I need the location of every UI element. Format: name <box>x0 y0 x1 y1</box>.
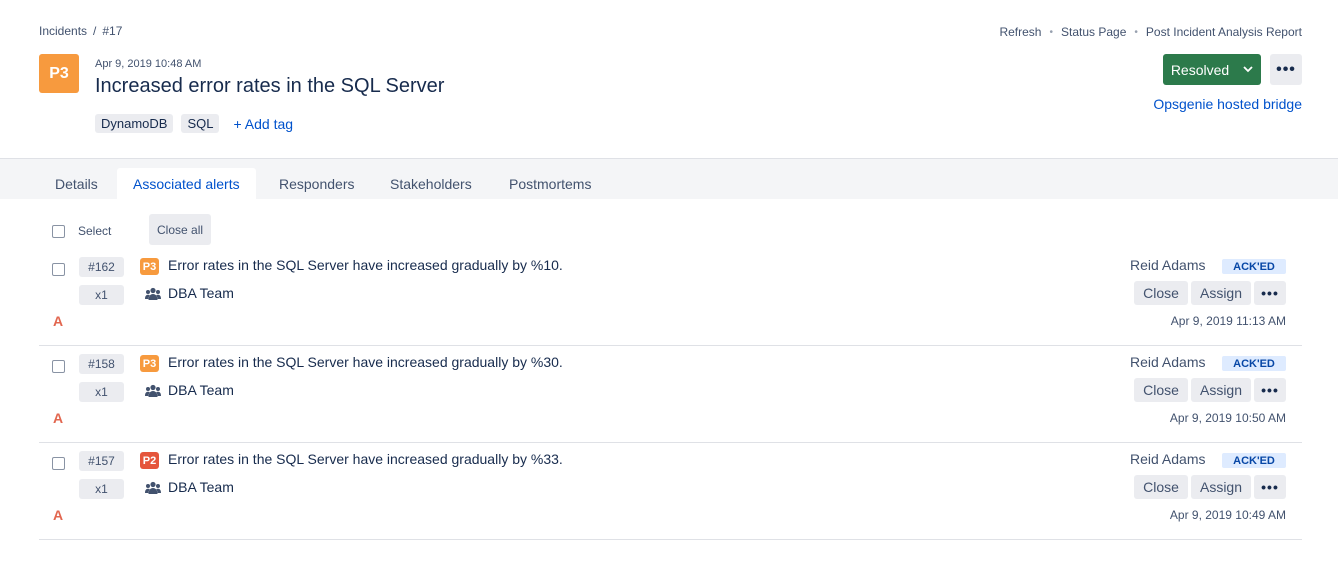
breadcrumb-current: #17 <box>102 24 123 38</box>
close-alert-button[interactable]: Close <box>1134 281 1188 305</box>
alert-row: #162 x1 P3 Error rates in the SQL Server… <box>39 249 1302 346</box>
incident-date: Apr 9, 2019 10:48 AM <box>95 58 202 70</box>
alert-row: #157 x1 P2 Error rates in the SQL Server… <box>39 443 1302 540</box>
more-actions-button[interactable]: ••• <box>1270 54 1302 85</box>
alert-owner: Reid Adams <box>1130 354 1206 370</box>
close-all-button[interactable]: Close all <box>149 214 212 245</box>
status-label: Resolved <box>1170 61 1230 78</box>
tab-associated-alerts[interactable]: Associated alerts <box>117 168 256 200</box>
alert-source-icon: A <box>53 313 64 329</box>
tab-postmortems[interactable]: Postmortems <box>493 168 607 200</box>
breadcrumb: Incidents / #17 <box>39 24 122 38</box>
alert-source-icon: A <box>53 410 64 426</box>
assign-alert-button[interactable]: Assign <box>1191 378 1251 402</box>
tab-responders[interactable]: Responders <box>263 168 371 200</box>
people-group-icon <box>145 481 161 495</box>
tab-details[interactable]: Details <box>39 168 114 200</box>
alert-id[interactable]: #158 <box>79 354 124 374</box>
alert-team: DBA Team <box>168 382 234 398</box>
post-incident-report-link[interactable]: Post Incident Analysis Report <box>1146 25 1302 39</box>
alert-team: DBA Team <box>168 285 234 301</box>
top-actions: Refresh • Status Page • Post Incident An… <box>999 25 1302 39</box>
people-group-icon <box>145 384 161 398</box>
people-group-icon <box>145 287 161 301</box>
close-alert-button[interactable]: Close <box>1134 378 1188 402</box>
status-dropdown-button[interactable]: Resolved <box>1163 54 1261 85</box>
status-page-link[interactable]: Status Page <box>1061 25 1126 39</box>
select-all-checkbox[interactable] <box>52 224 65 238</box>
alert-message[interactable]: Error rates in the SQL Server have incre… <box>168 354 563 370</box>
status-badge: ACK'ED <box>1222 356 1286 371</box>
alert-owner: Reid Adams <box>1130 257 1206 273</box>
assign-alert-button[interactable]: Assign <box>1191 475 1251 499</box>
alert-source-icon: A <box>53 507 64 523</box>
alert-more-button[interactable]: ••• <box>1254 378 1286 402</box>
alert-row: #158 x1 P3 Error rates in the SQL Server… <box>39 346 1302 443</box>
status-badge: ACK'ED <box>1222 259 1286 274</box>
select-all-row: Select <box>52 224 111 238</box>
alert-checkbox[interactable] <box>52 263 65 276</box>
alert-priority-badge: P2 <box>140 452 159 469</box>
alert-checkbox[interactable] <box>52 457 65 470</box>
alert-message[interactable]: Error rates in the SQL Server have incre… <box>168 257 563 273</box>
alert-count: x1 <box>79 285 124 305</box>
tag-list: DynamoDB SQL + Add tag <box>95 114 293 133</box>
refresh-link[interactable]: Refresh <box>999 25 1041 39</box>
page-title: Increased error rates in the SQL Server <box>95 75 445 97</box>
select-label: Select <box>78 224 112 238</box>
alert-date: Apr 9, 2019 10:50 AM <box>1169 411 1286 425</box>
alert-count: x1 <box>79 382 124 402</box>
tab-stakeholders[interactable]: Stakeholders <box>374 168 488 200</box>
chevron-down-icon <box>1243 64 1253 76</box>
alert-date: Apr 9, 2019 11:13 AM <box>1170 314 1286 328</box>
separator-dot: • <box>1134 26 1138 38</box>
tag-sql[interactable]: SQL <box>181 114 220 133</box>
alert-date: Apr 9, 2019 10:49 AM <box>1169 508 1286 522</box>
status-badge: ACK'ED <box>1222 453 1286 468</box>
alert-team: DBA Team <box>168 479 234 495</box>
breadcrumb-separator: / <box>93 24 97 38</box>
breadcrumb-incidents-link[interactable]: Incidents <box>39 24 87 38</box>
assign-alert-button[interactable]: Assign <box>1191 281 1251 305</box>
alert-more-button[interactable]: ••• <box>1254 281 1286 305</box>
hosted-bridge-link[interactable]: Opsgenie hosted bridge <box>1153 96 1302 112</box>
tab-bar: Details Associated alerts Responders Sta… <box>0 158 1338 200</box>
alert-more-button[interactable]: ••• <box>1254 475 1286 499</box>
separator-dot: • <box>1049 26 1053 38</box>
add-tag-button[interactable]: + Add tag <box>233 116 293 132</box>
tag-dynamodb[interactable]: DynamoDB <box>95 114 174 133</box>
alert-checkbox[interactable] <box>52 360 65 373</box>
alert-priority-badge: P3 <box>140 355 159 372</box>
alert-owner: Reid Adams <box>1130 451 1206 467</box>
alert-id[interactable]: #162 <box>79 257 124 277</box>
alert-priority-badge: P3 <box>140 258 159 275</box>
close-alert-button[interactable]: Close <box>1134 475 1188 499</box>
alert-count: x1 <box>79 479 124 499</box>
incident-priority-badge: P3 <box>39 54 79 93</box>
alert-id[interactable]: #157 <box>79 451 124 471</box>
alert-message[interactable]: Error rates in the SQL Server have incre… <box>168 451 563 467</box>
